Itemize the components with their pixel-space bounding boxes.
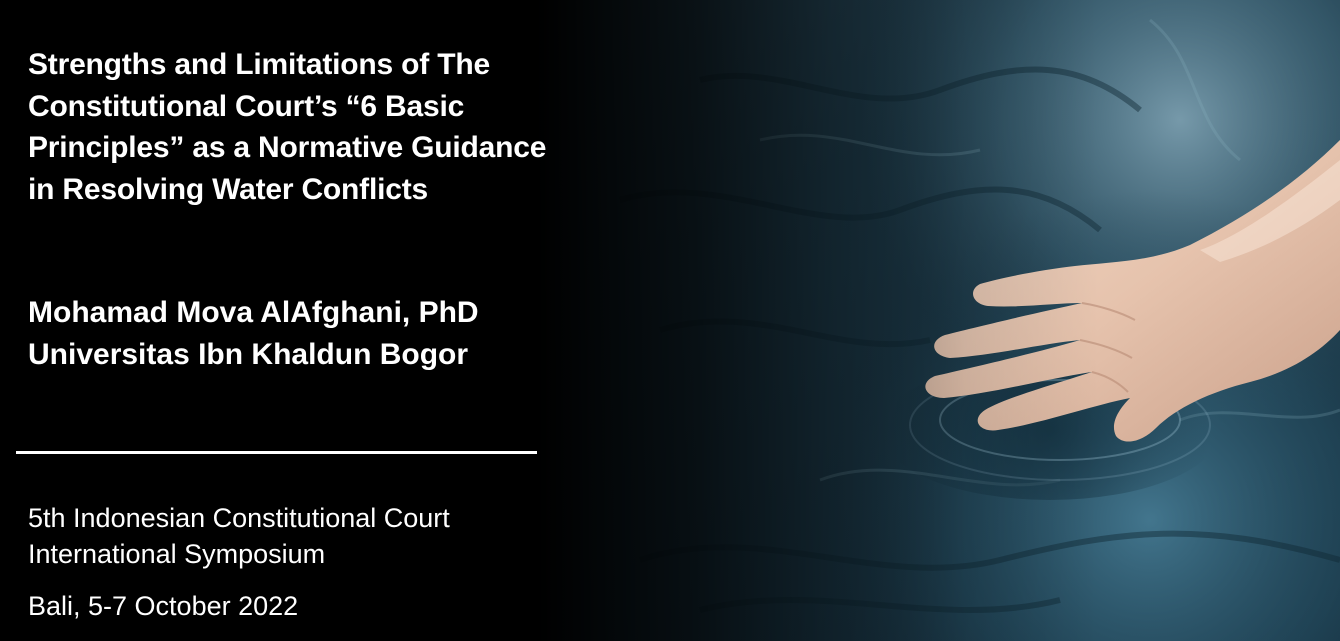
author-block: Mohamad Mova AlAfghani, PhD Universitas … bbox=[28, 292, 558, 375]
text-panel: Strengths and Limitations of The Constit… bbox=[0, 0, 560, 641]
event-line-2: International Symposium bbox=[28, 539, 326, 569]
author-affiliation: Universitas Ibn Khaldun Bogor bbox=[28, 337, 469, 371]
slide-title: Strengths and Limitations of The Constit… bbox=[28, 48, 547, 206]
event-date: Bali, 5-7 October 2022 bbox=[28, 591, 299, 621]
event-line-1: 5th Indonesian Constitutional Court bbox=[28, 503, 450, 533]
divider-line bbox=[16, 451, 537, 454]
slide: Strengths and Limitations of The Constit… bbox=[0, 0, 1340, 641]
event-name: 5th Indonesian Constitutional Court Inte… bbox=[28, 500, 548, 572]
author-name: Mohamad Mova AlAfghani, PhD bbox=[28, 296, 479, 329]
